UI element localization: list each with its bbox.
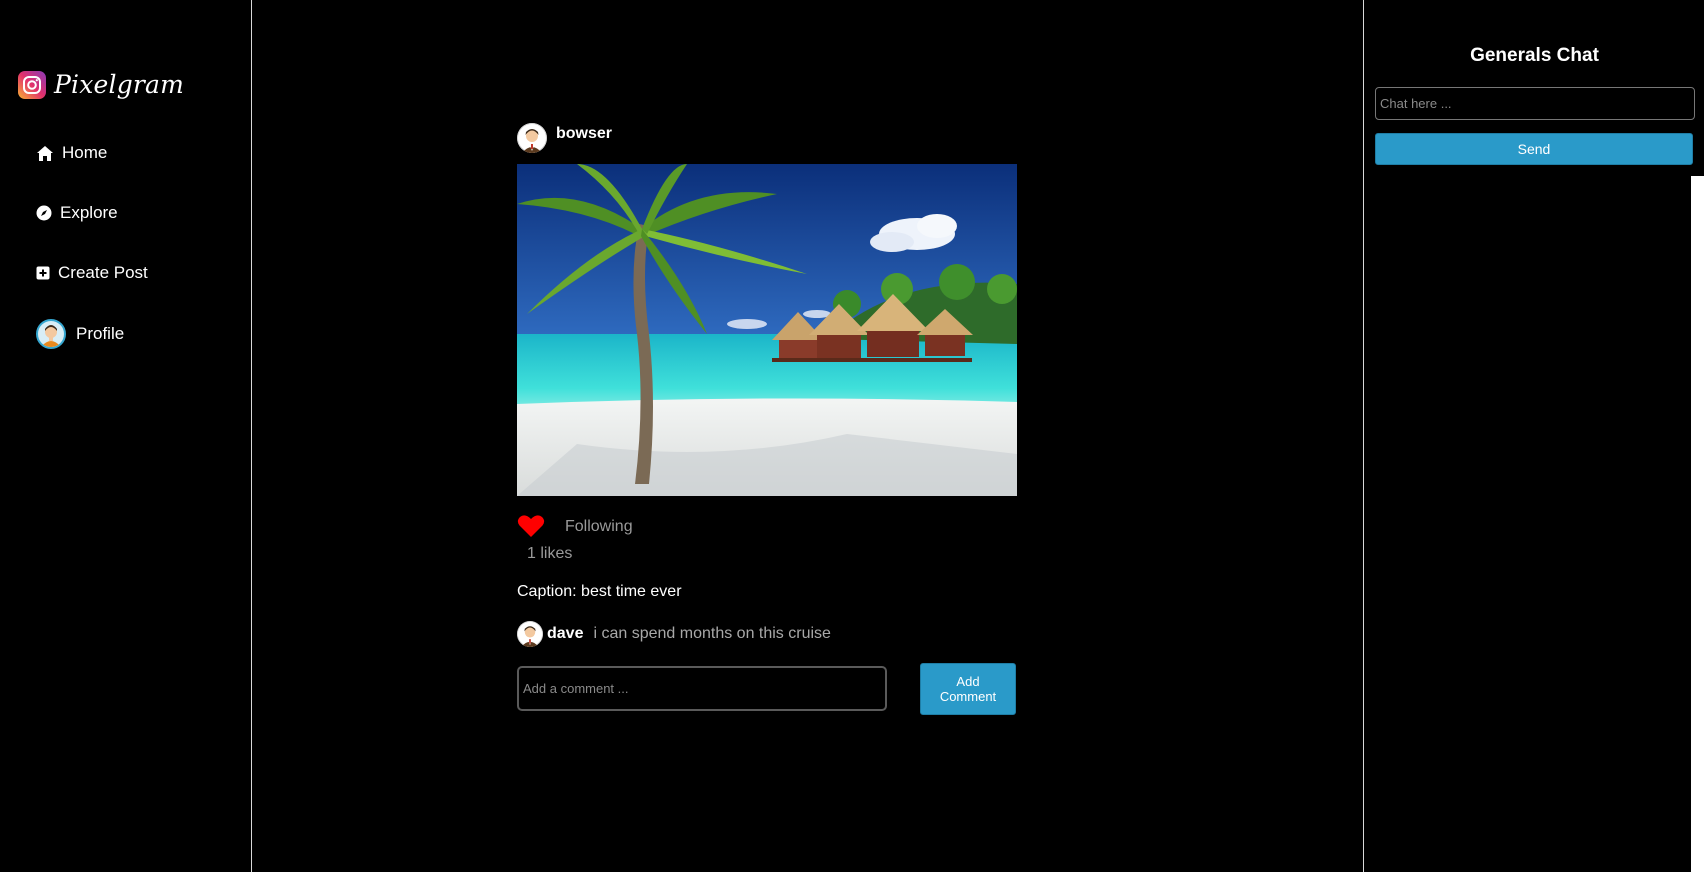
post-card: bowser Following 1 likes Caption: best t… [517, 122, 1017, 715]
comment-item: dave i can spend months on this cruise [517, 621, 831, 647]
post-actions: Following [517, 514, 633, 540]
post-header: bowser [517, 122, 1017, 154]
nav-item-label: Profile [76, 324, 125, 343]
send-button[interactable]: Send [1375, 133, 1693, 165]
app-root: Pixelgram Home Explore Create Post Profi… [0, 0, 1704, 872]
compass-icon [36, 205, 52, 221]
nav-item-explore[interactable]: Explore [36, 203, 118, 223]
nav-item-create-post[interactable]: Create Post [36, 263, 148, 283]
post-image [517, 164, 1017, 496]
avatar[interactable] [517, 123, 547, 153]
nav-item-home[interactable]: Home [36, 143, 107, 163]
comment-username[interactable]: dave [547, 625, 583, 643]
home-icon [36, 145, 54, 162]
nav-item-profile[interactable]: Profile [36, 319, 124, 349]
plus-square-icon [36, 266, 50, 280]
post-username[interactable]: bowser [556, 125, 612, 143]
post-caption: Caption: best time ever [517, 583, 682, 600]
brand-name: Pixelgram [54, 70, 185, 99]
scrollbar-track[interactable] [1691, 176, 1704, 872]
avatar [36, 319, 66, 349]
instagram-logo-icon [18, 70, 46, 99]
chat-panel: Generals Chat Send [1363, 0, 1704, 872]
likes-count: 1 likes [527, 545, 573, 562]
nav-item-label: Create Post [58, 263, 148, 282]
comment-text: i can spend months on this cruise [593, 625, 831, 642]
comment-input[interactable] [517, 666, 887, 711]
nav-item-label: Explore [60, 203, 118, 222]
brand[interactable]: Pixelgram [18, 70, 184, 99]
chat-input[interactable] [1375, 87, 1695, 120]
chat-title: Generals Chat [1470, 45, 1599, 66]
left-sidebar: Pixelgram Home Explore Create Post Profi… [0, 0, 252, 872]
add-comment-button[interactable]: Add Comment [920, 663, 1016, 715]
nav-item-label: Home [62, 143, 108, 162]
following-button[interactable]: Following [565, 518, 633, 536]
avatar[interactable] [517, 621, 543, 647]
heart-icon[interactable] [517, 514, 547, 540]
